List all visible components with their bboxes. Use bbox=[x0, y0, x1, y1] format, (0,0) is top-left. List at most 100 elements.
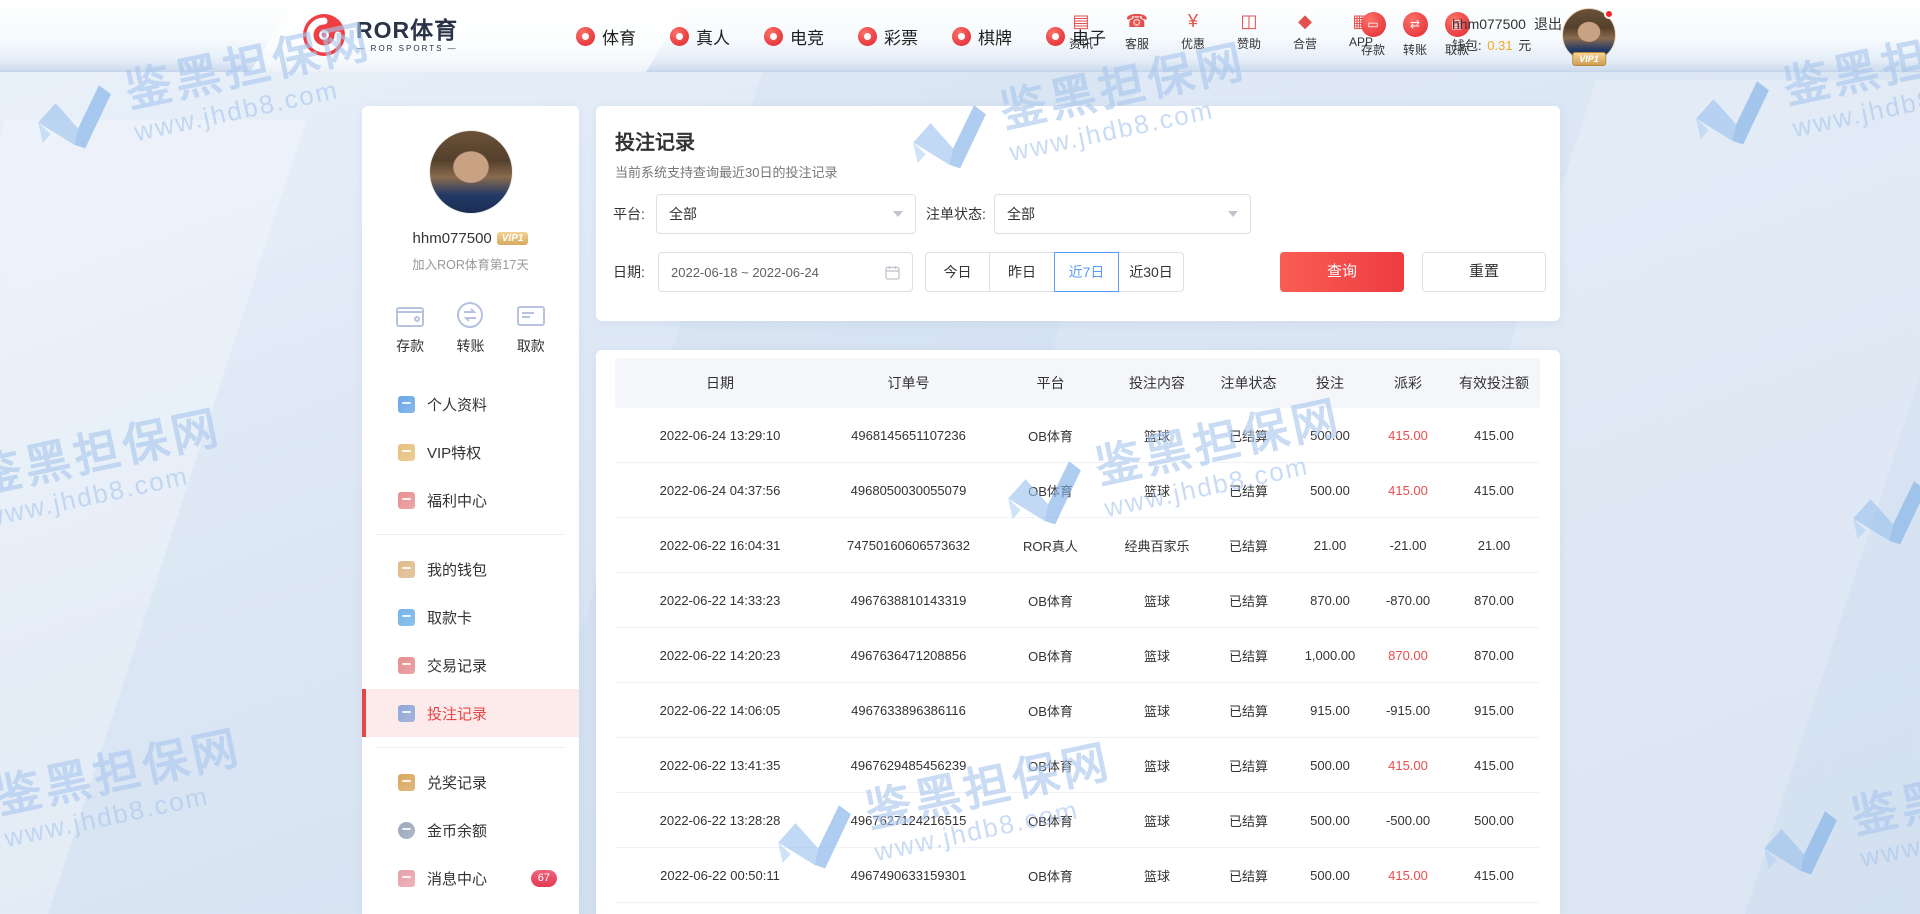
sidebar-item-label: 交易记录 bbox=[427, 655, 487, 676]
site-logo[interactable]: ROR体育 — ROR SPORTS — bbox=[302, 13, 458, 57]
sidebar-item-label: 投注记录 bbox=[427, 703, 487, 724]
sidebar-item-transactions[interactable]: 交易记录 bbox=[362, 641, 579, 689]
withdraw-card-icon bbox=[398, 609, 415, 626]
util-item-partner[interactable]: ◆合营 bbox=[1282, 10, 1328, 52]
cell-valid_bet: 415.00 bbox=[1448, 428, 1540, 443]
site-watermark: 鉴黑担保网www.jhdb8.com bbox=[1751, 743, 1920, 895]
cell-valid_bet: 415.00 bbox=[1448, 758, 1540, 773]
table-row[interactable]: 2022-06-22 00:50:114967490633159301OB体育篮… bbox=[615, 848, 1540, 903]
quick-action-label: 存款 bbox=[388, 336, 432, 356]
table-row[interactable]: 2022-06-24 13:29:104968145651107236OB体育篮… bbox=[615, 408, 1540, 463]
sidebar-item-profile[interactable]: 个人资料 bbox=[362, 380, 579, 428]
wallet-unit: 元 bbox=[1518, 38, 1531, 53]
nav-item-sports[interactable]: 体育 bbox=[576, 24, 636, 49]
nav-item-label: 电竞 bbox=[790, 24, 824, 49]
sidebar-item-vip[interactable]: VIP特权 bbox=[362, 428, 579, 476]
service-icon: ☎ bbox=[1114, 10, 1160, 32]
quick-action-transfer[interactable]: 转账 bbox=[448, 299, 492, 356]
range-button-2[interactable]: 近7日 bbox=[1054, 252, 1119, 292]
table-row[interactable]: 2022-06-22 16:04:3174750160606573632ROR真… bbox=[615, 518, 1540, 573]
util-item-service[interactable]: ☎客服 bbox=[1114, 10, 1160, 52]
nav-avatar[interactable]: VIP1 bbox=[1562, 8, 1616, 62]
table-header-row: 日期订单号平台投注内容注单状态投注派彩有效投注额 bbox=[615, 358, 1540, 408]
sidebar-item-messages[interactable]: 消息中心 67 bbox=[362, 854, 579, 902]
table-row[interactable]: 2022-06-22 14:33:234967638810143319OB体育篮… bbox=[615, 573, 1540, 628]
cell-valid_bet: 915.00 bbox=[1448, 703, 1540, 718]
cell-status: 已结算 bbox=[1205, 701, 1292, 720]
search-button[interactable]: 查询 bbox=[1280, 252, 1404, 292]
sidebar-item-label: 兑奖记录 bbox=[427, 772, 487, 793]
wallet-nav-transfer[interactable]: ⇄转账 bbox=[1398, 12, 1432, 58]
nav-item-esports[interactable]: 电竞 bbox=[764, 24, 824, 49]
site-watermark: 鉴黑担保网www.jhdb8.com bbox=[0, 723, 253, 875]
sidebar-item-label: 金币余额 bbox=[427, 820, 487, 841]
cell-payout: 870.00 bbox=[1368, 648, 1448, 663]
nav-item-chess[interactable]: 棋牌 bbox=[952, 24, 1012, 49]
bet-records-table: 日期订单号平台投注内容注单状态投注派彩有效投注额 2022-06-24 13:2… bbox=[615, 358, 1540, 903]
menu-divider bbox=[376, 747, 565, 748]
cell-status: 已结算 bbox=[1205, 591, 1292, 610]
coin-balance-icon bbox=[398, 822, 415, 839]
top-navbar: ROR体育 — ROR SPORTS — 体育真人电竞彩票棋牌电子 ▤资讯☎客服… bbox=[0, 0, 1920, 72]
sidebar-item-welfare[interactable]: 福利中心 bbox=[362, 476, 579, 524]
wallet-nav-deposit[interactable]: ▭存款 bbox=[1356, 12, 1390, 58]
status-select[interactable]: 全部 bbox=[994, 194, 1251, 234]
cell-content: 篮球 bbox=[1109, 646, 1205, 665]
sidebar-quick-actions: 存款转账取款 bbox=[362, 299, 579, 356]
range-button-3[interactable]: 近30日 bbox=[1119, 252, 1184, 292]
cell-order_no: 4967636471208856 bbox=[825, 648, 992, 663]
vip-badge: VIP1 bbox=[1572, 52, 1606, 66]
reset-button[interactable]: 重置 bbox=[1422, 252, 1546, 292]
sidebar-item-label: 取款卡 bbox=[427, 607, 472, 628]
quick-action-deposit[interactable]: 存款 bbox=[388, 299, 432, 356]
cell-content: 篮球 bbox=[1109, 811, 1205, 830]
cell-platform: OB体育 bbox=[992, 811, 1109, 830]
cell-order_no: 4968050030055079 bbox=[825, 483, 992, 498]
sidebar-item-coin-balance[interactable]: 金币余额 bbox=[362, 806, 579, 854]
prize-records-icon bbox=[398, 774, 415, 791]
util-item-label: 合营 bbox=[1282, 35, 1328, 52]
sidebar-item-prize-records[interactable]: 兑奖记录 bbox=[362, 758, 579, 806]
watermark-url: www.jhdb8.com bbox=[1858, 792, 1920, 874]
util-item-news[interactable]: ▤资讯 bbox=[1058, 10, 1104, 52]
table-row[interactable]: 2022-06-22 14:20:234967636471208856OB体育篮… bbox=[615, 628, 1540, 683]
status-label: 注单状态: bbox=[926, 194, 986, 234]
quick-action-label: 转账 bbox=[448, 336, 492, 356]
nav-item-live[interactable]: 真人 bbox=[670, 24, 730, 49]
cell-content: 篮球 bbox=[1109, 591, 1205, 610]
cell-valid_bet: 500.00 bbox=[1448, 813, 1540, 828]
column-header-platform: 平台 bbox=[992, 373, 1109, 393]
sidebar-item-withdraw-card[interactable]: 取款卡 bbox=[362, 593, 579, 641]
sidebar-username: hhm077500 bbox=[413, 230, 492, 247]
watermark-url: www.jhdb8.com bbox=[1790, 62, 1920, 144]
column-header-order_no: 订单号 bbox=[825, 373, 992, 393]
quick-action-withdraw[interactable]: 取款 bbox=[509, 299, 553, 356]
nav-item-label: 棋牌 bbox=[978, 24, 1012, 49]
user-avatar[interactable] bbox=[429, 130, 513, 214]
table-row[interactable]: 2022-06-22 13:41:354967629485456239OB体育篮… bbox=[615, 738, 1540, 793]
news-icon: ▤ bbox=[1058, 10, 1104, 32]
table-row[interactable]: 2022-06-24 04:37:564968050030055079OB体育篮… bbox=[615, 463, 1540, 518]
cell-status: 已结算 bbox=[1205, 811, 1292, 830]
sidebar-item-label: VIP特权 bbox=[427, 442, 481, 463]
wallet-label: 钱包: bbox=[1452, 38, 1482, 53]
nav-item-lottery[interactable]: 彩票 bbox=[858, 24, 918, 49]
util-item-promo[interactable]: ¥优惠 bbox=[1170, 10, 1216, 52]
platform-select[interactable]: 全部 bbox=[656, 194, 916, 234]
sidebar-item-wallet[interactable]: 我的钱包 bbox=[362, 545, 579, 593]
table-row[interactable]: 2022-06-22 14:06:054967633896386116OB体育篮… bbox=[615, 683, 1540, 738]
cell-platform: OB体育 bbox=[992, 866, 1109, 885]
unread-count-badge: 67 bbox=[531, 870, 557, 887]
date-range-input[interactable]: 2022-06-18 ~ 2022-06-24 bbox=[658, 252, 913, 292]
background-shape bbox=[0, 120, 306, 914]
util-item-sponsor[interactable]: ◫赞助 bbox=[1226, 10, 1272, 52]
logout-link[interactable]: 退出 bbox=[1534, 16, 1562, 32]
table-row[interactable]: 2022-06-22 13:28:284967627124216515OB体育篮… bbox=[615, 793, 1540, 848]
utility-nav: ▤资讯☎客服¥优惠◫赞助◆合营▦APP bbox=[1058, 10, 1384, 52]
main-nav: 体育真人电竞彩票棋牌电子 bbox=[576, 0, 1106, 72]
range-button-0[interactable]: 今日 bbox=[925, 252, 990, 292]
sidebar-item-bet-records[interactable]: 投注记录 bbox=[362, 689, 579, 737]
range-button-1[interactable]: 昨日 bbox=[990, 252, 1055, 292]
sidebar-item-label: 消息中心 bbox=[427, 868, 487, 889]
watermark-text: 鉴黑担保网www.jhdb8.com bbox=[0, 403, 233, 534]
